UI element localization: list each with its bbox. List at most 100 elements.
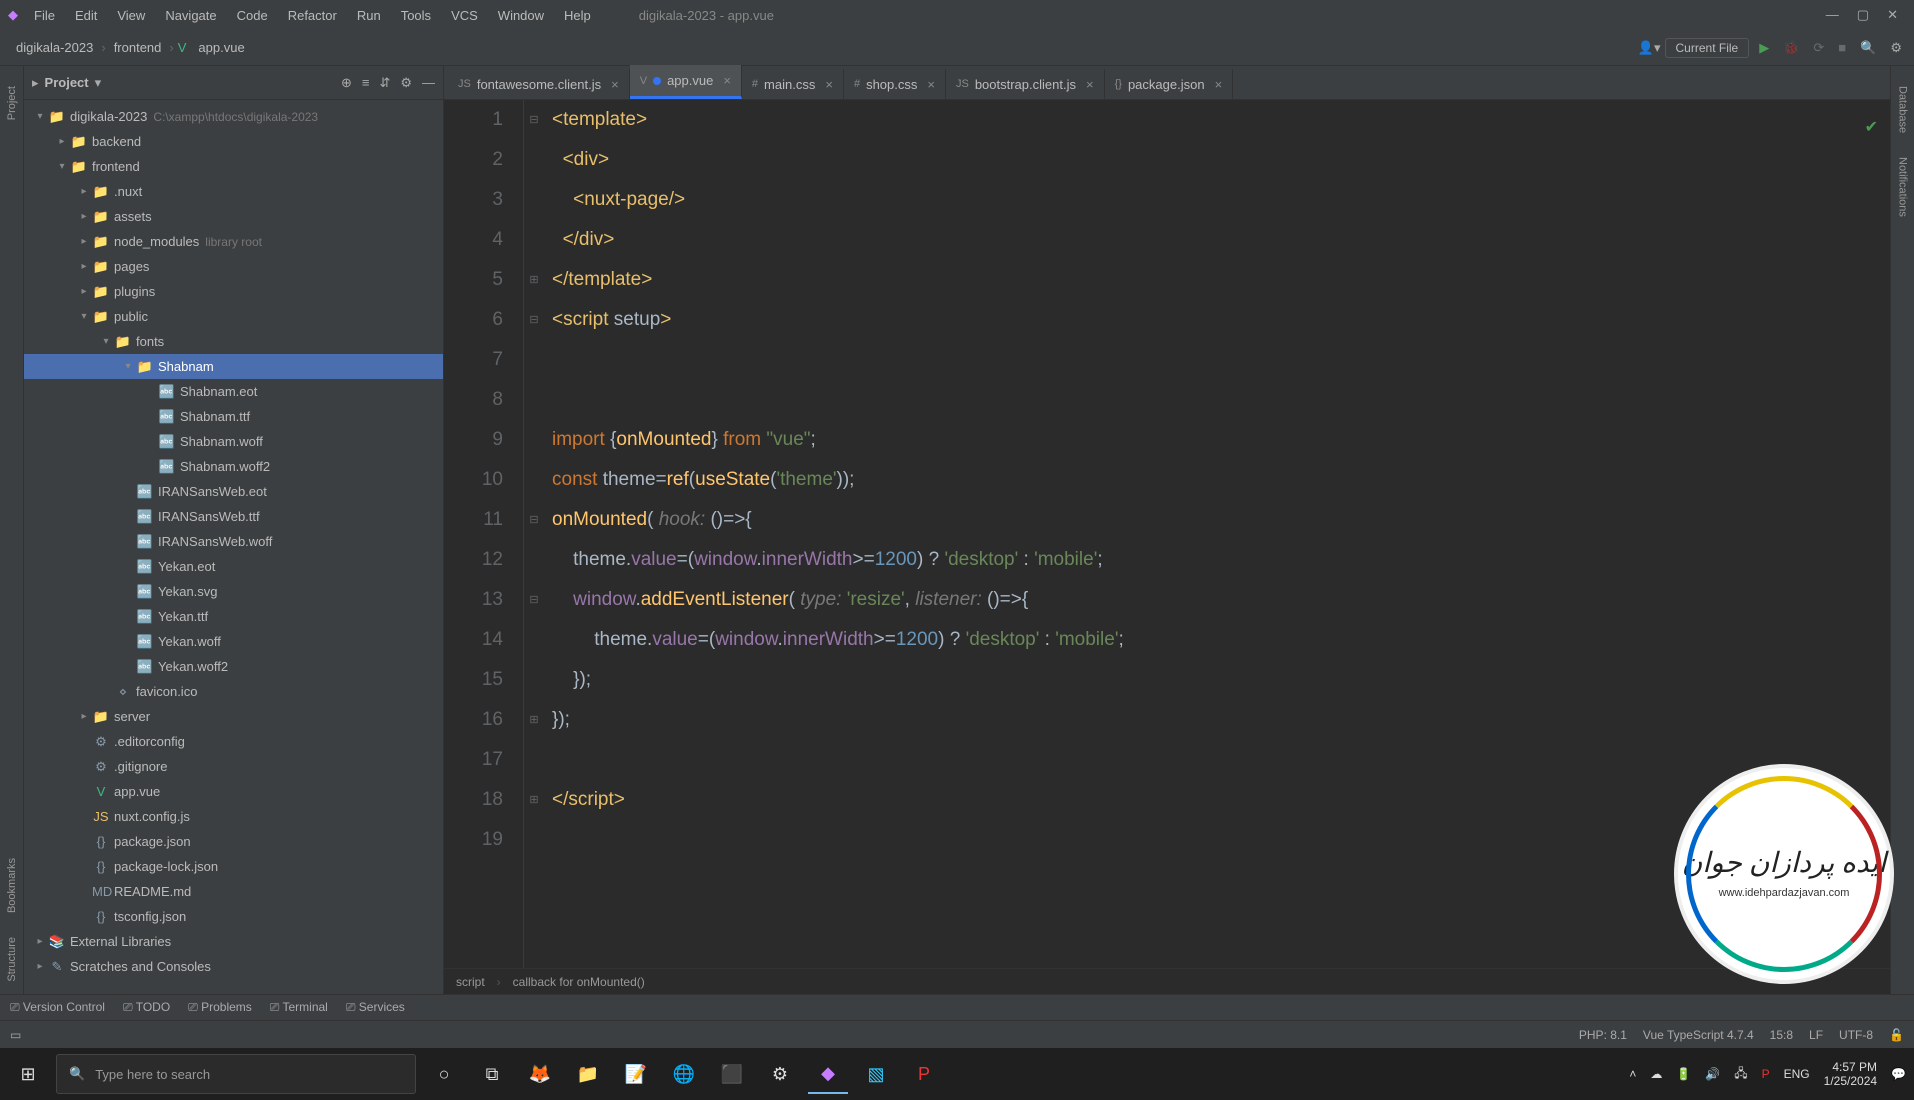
status-php[interactable]: PHP: 8.1 xyxy=(1579,1028,1627,1042)
bookmarks-tool-button[interactable]: Bookmarks xyxy=(6,858,18,913)
tray-network-icon[interactable]: 🖧 xyxy=(1734,1064,1747,1085)
tree-item[interactable]: ▸📁plugins xyxy=(24,279,443,304)
tray-app-icon[interactable]: P xyxy=(1762,1067,1770,1081)
database-tool-button[interactable]: Database xyxy=(1897,86,1909,133)
editor-tab[interactable]: #shop.css× xyxy=(844,69,946,99)
tree-item[interactable]: ▸📁backend xyxy=(24,129,443,154)
tree-item[interactable]: ⚙.editorconfig xyxy=(24,729,443,754)
gear-icon[interactable]: ⚙ xyxy=(1886,36,1906,60)
bottom-tool-services[interactable]: ⎚ Services xyxy=(346,1000,405,1015)
tree-item[interactable]: ▸📁assets xyxy=(24,204,443,229)
tree-item[interactable]: ▸📁.nuxt xyxy=(24,179,443,204)
menu-window[interactable]: Window xyxy=(490,4,552,27)
tree-item[interactable]: 🔤Yekan.woff2 xyxy=(24,654,443,679)
project-view-selector[interactable]: ▸ xyxy=(32,75,39,91)
collapse-icon[interactable]: ⇵ xyxy=(379,75,390,91)
tree-item[interactable]: {}package-lock.json xyxy=(24,854,443,879)
stop-icon[interactable]: ■ xyxy=(1834,36,1850,59)
menu-run[interactable]: Run xyxy=(349,4,389,27)
chevron-icon[interactable]: ▾ xyxy=(32,111,48,122)
status-readonly-icon[interactable]: 🔓 xyxy=(1889,1028,1904,1042)
menu-file[interactable]: File xyxy=(26,4,63,27)
tree-item[interactable]: ▸📁node_moduleslibrary root xyxy=(24,229,443,254)
tree-item[interactable]: ▾📁frontend xyxy=(24,154,443,179)
chevron-icon[interactable]: ▸ xyxy=(32,936,48,947)
menu-vcs[interactable]: VCS xyxy=(443,4,486,27)
inspection-ok-icon[interactable]: ✔ xyxy=(1865,108,1878,148)
menu-help[interactable]: Help xyxy=(556,4,599,27)
tray-battery-icon[interactable]: 🔋 xyxy=(1676,1067,1691,1081)
tree-item[interactable]: 🔤Yekan.svg xyxy=(24,579,443,604)
menu-view[interactable]: View xyxy=(109,4,153,27)
maximize-icon[interactable]: ▢ xyxy=(1857,7,1869,23)
hide-icon[interactable]: — xyxy=(422,75,435,91)
close-tab-icon[interactable]: × xyxy=(1086,77,1094,92)
menu-code[interactable]: Code xyxy=(229,4,276,27)
status-encoding[interactable]: UTF-8 xyxy=(1839,1028,1873,1042)
breadcrumb[interactable]: app.vue xyxy=(190,38,252,57)
status-icon[interactable]: ▭ xyxy=(10,1028,21,1042)
tree-item[interactable]: 🔤IRANSansWeb.ttf xyxy=(24,504,443,529)
chevron-icon[interactable]: ▸ xyxy=(32,961,48,972)
notifications-icon[interactable]: 💬 xyxy=(1891,1067,1906,1081)
tree-item[interactable]: 🔤Yekan.ttf xyxy=(24,604,443,629)
chevron-icon[interactable]: ▸ xyxy=(76,286,92,297)
chevron-icon[interactable]: ▸ xyxy=(76,711,92,722)
bottom-tool-terminal[interactable]: ⎚ Terminal xyxy=(270,1000,328,1015)
tree-item[interactable]: ▸📚External Libraries xyxy=(24,929,443,954)
editor-tab[interactable]: {}package.json× xyxy=(1105,69,1234,99)
status-ts[interactable]: Vue TypeScript 4.7.4 xyxy=(1643,1028,1754,1042)
tree-item[interactable]: {}package.json xyxy=(24,829,443,854)
tree-item[interactable]: 🔤IRANSansWeb.woff xyxy=(24,529,443,554)
chevron-icon[interactable]: ▾ xyxy=(98,336,114,347)
structure-tool-button[interactable]: Structure xyxy=(6,937,18,982)
close-tab-icon[interactable]: × xyxy=(1215,77,1223,92)
tree-item[interactable]: MDREADME.md xyxy=(24,879,443,904)
tree-item[interactable]: ▸📁pages xyxy=(24,254,443,279)
tree-item[interactable]: 🔤Shabnam.eot xyxy=(24,379,443,404)
morerun-icon[interactable]: ⟳ xyxy=(1809,36,1828,60)
minimize-icon[interactable]: — xyxy=(1826,7,1839,23)
menu-refactor[interactable]: Refactor xyxy=(280,4,345,27)
tree-item[interactable]: ▾📁public xyxy=(24,304,443,329)
chevron-icon[interactable]: ▸ xyxy=(76,236,92,247)
chevron-icon[interactable]: ▸ xyxy=(76,211,92,222)
editor-breadcrumbs[interactable]: script › callback for onMounted() xyxy=(444,968,1890,994)
tree-item[interactable]: 🔤IRANSansWeb.eot xyxy=(24,479,443,504)
explorer-icon[interactable]: 📁 xyxy=(568,1054,608,1094)
editor-tab[interactable]: JSbootstrap.client.js× xyxy=(946,69,1105,99)
chevron-icon[interactable]: ▸ xyxy=(54,136,70,147)
close-tab-icon[interactable]: × xyxy=(927,77,935,92)
tree-item[interactable]: 🔤Shabnam.woff xyxy=(24,429,443,454)
close-icon[interactable]: ✕ xyxy=(1887,7,1898,23)
fold-column[interactable]: ⊟ ⊞⊟ ⊟ ⊟ ⊞ ⊞ xyxy=(524,100,544,968)
menu-tools[interactable]: Tools xyxy=(393,4,439,27)
tree-item[interactable]: ⚙.gitignore xyxy=(24,754,443,779)
tree-item[interactable]: 🔤Yekan.eot xyxy=(24,554,443,579)
editor-tab[interactable]: #main.css× xyxy=(742,69,844,99)
phpstorm-icon[interactable]: ◆ xyxy=(808,1054,848,1094)
project-view-dropdown[interactable]: ▾ xyxy=(95,75,102,91)
tree-item[interactable]: ▾📁digikala-2023C:\xampp\htdocs\digikala-… xyxy=(24,104,443,129)
chrome-icon[interactable]: 🌐 xyxy=(664,1054,704,1094)
code-editor[interactable]: 12345678910111213141516171819 ⊟ ⊞⊟ ⊟ ⊟ ⊞… xyxy=(444,100,1890,968)
breadcrumb[interactable]: digikala-2023 xyxy=(8,38,101,57)
tray-lang[interactable]: ENG xyxy=(1784,1067,1810,1081)
bottom-tool-todo[interactable]: ⎚ TODO xyxy=(123,1000,170,1015)
taskbar-clock[interactable]: 4:57 PM 1/25/2024 xyxy=(1824,1060,1877,1088)
app-icon[interactable]: ▧ xyxy=(856,1054,896,1094)
tree-item[interactable]: ⋄favicon.ico xyxy=(24,679,443,704)
tree-item[interactable]: ▸✎Scratches and Consoles xyxy=(24,954,443,979)
firefox-icon[interactable]: 🦊 xyxy=(520,1054,560,1094)
cortana-icon[interactable]: ○ xyxy=(424,1054,464,1094)
start-button[interactable]: ⊞ xyxy=(8,1054,48,1094)
menu-navigate[interactable]: Navigate xyxy=(157,4,224,27)
editor-tab[interactable]: JSfontawesome.client.js× xyxy=(448,69,630,99)
notepad-icon[interactable]: 📝 xyxy=(616,1054,656,1094)
target-icon[interactable]: ⊕ xyxy=(341,75,352,91)
breadcrumb[interactable]: frontend xyxy=(106,38,170,57)
bottom-tool-version-control[interactable]: ⎚ Version Control xyxy=(10,1000,105,1015)
run-config-select[interactable]: Current File xyxy=(1665,38,1750,58)
settings-icon[interactable]: ⚙ xyxy=(760,1054,800,1094)
tree-item[interactable]: ▾📁Shabnam xyxy=(24,354,443,379)
